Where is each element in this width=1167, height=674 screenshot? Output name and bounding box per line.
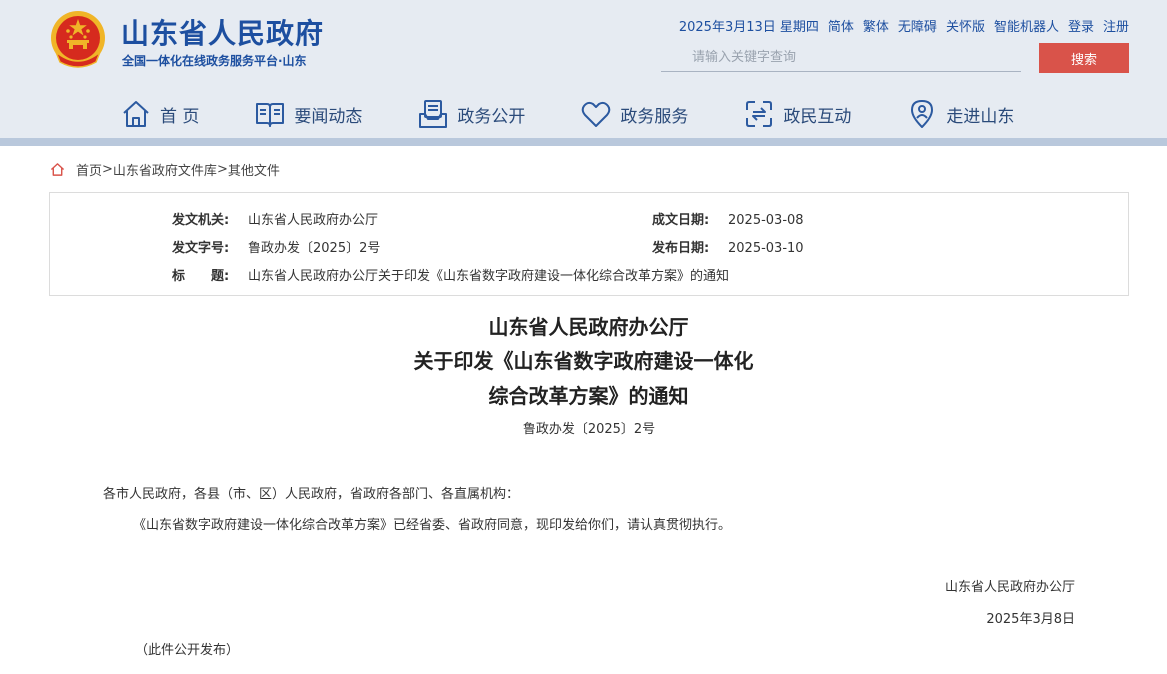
breadcrumb: 首页 > 山东省政府文件库 > 其他文件 [50, 160, 280, 179]
search-input[interactable] [661, 43, 1021, 72]
breadcrumb-separator: > [102, 162, 113, 177]
meta-date-published-label: 发布日期: [652, 241, 710, 256]
header-divider [0, 138, 1167, 146]
top-links-bar: 2025年3月13日 星期四 简体 繁体 无障碍 关怀版 智能机器人 登录 注册 [679, 16, 1129, 35]
register-link[interactable]: 注册 [1103, 16, 1129, 35]
meta-title-label: 标 题: [172, 269, 230, 284]
smart-robot-link[interactable]: 智能机器人 [994, 16, 1059, 35]
meta-date-created-value: 2025-03-08 [728, 213, 804, 228]
article-body-paragraph: 《山东省数字政府建设一体化综合改革方案》已经省委、省政府同意，现印发给你们，请认… [133, 518, 732, 533]
elder-mode-link[interactable]: 关怀版 [946, 16, 985, 35]
nav-label: 政务服务 [620, 106, 689, 127]
meta-doc-no-value: 鲁政办发〔2025〕2号 [248, 241, 381, 256]
traditional-chinese-link[interactable]: 繁体 [863, 16, 889, 35]
nav-label: 首 页 [160, 106, 200, 127]
interaction-icon [746, 101, 773, 127]
nav-item-home[interactable]: 首 页 [120, 96, 199, 132]
nav-label: 政民互动 [783, 106, 852, 127]
nav-item-interaction[interactable]: 政民互动 [743, 96, 851, 132]
nav-item-explore-shandong[interactable]: 走进山东 [906, 96, 1014, 132]
breadcrumb-current[interactable]: 其他文件 [228, 160, 280, 179]
document-tray-icon [419, 100, 448, 128]
article-doc-number: 鲁政办发〔2025〕2号 [522, 422, 656, 437]
breadcrumb-separator: > [216, 162, 228, 177]
simplified-chinese-link[interactable]: 简体 [828, 16, 854, 35]
heart-icon [582, 101, 611, 127]
meta-date-created-row: 成文日期: 2025-03-08 [652, 209, 804, 228]
nav-label: 政务公开 [457, 106, 526, 127]
meta-issuer-row: 发文机关: 山东省人民政府办公厅 [172, 209, 378, 228]
article-sign-date: 2025年3月8日 [986, 612, 1075, 627]
location-person-icon [911, 100, 934, 128]
nav-label: 要闻动态 [294, 106, 363, 127]
home-icon [123, 101, 149, 127]
nav-item-news[interactable]: 要闻动态 [254, 96, 362, 132]
article-publication-note: （此件公开发布） [135, 643, 240, 658]
site-title[interactable]: 山东省人民政府 [121, 12, 324, 52]
nav-item-government-services[interactable]: 政务服务 [580, 96, 688, 132]
meta-title-value: 山东省人民政府办公厅关于印发《山东省数字政府建设一体化综合改革方案》的通知 [248, 269, 730, 284]
meta-issuer-label: 发文机关: [172, 213, 230, 228]
login-link[interactable]: 登录 [1068, 16, 1094, 35]
article-signer: 山东省人民政府办公厅 [944, 580, 1075, 595]
site-subtitle: 全国一体化在线政务服务平台·山东 [122, 54, 307, 68]
meta-title-row: 标 题: 山东省人民政府办公厅关于印发《山东省数字政府建设一体化综合改革方案》的通… [172, 265, 729, 284]
meta-date-created-label: 成文日期: [652, 213, 710, 228]
breadcrumb-document-library[interactable]: 山东省政府文件库 [113, 160, 217, 179]
article-title-line-3: 综合改革方案》的通知 [488, 384, 689, 408]
meta-doc-no-label: 发文字号: [172, 241, 230, 256]
meta-doc-no-row: 发文字号: 鲁政办发〔2025〕2号 [172, 237, 380, 256]
article-title-line-1: 山东省人民政府办公厅 [488, 315, 689, 339]
nav-label: 走进山东 [946, 106, 1015, 127]
accessibility-link[interactable]: 无障碍 [898, 16, 937, 35]
main-nav: 首 页 要闻动态 政务公开 政务服务 政民互动 走进山东 [120, 96, 1069, 132]
breadcrumb-home[interactable]: 首页 [76, 160, 102, 179]
search-button[interactable]: 搜索 [1039, 43, 1129, 73]
national-emblem-icon [51, 11, 105, 68]
book-icon [256, 103, 285, 127]
article-salutation: 各市人民政府，各县（市、区）人民政府，省政府各部门、各直属机构： [103, 487, 520, 502]
nav-item-public-affairs[interactable]: 政务公开 [417, 96, 525, 132]
meta-issuer-value: 山东省人民政府办公厅 [248, 213, 379, 228]
current-date: 2025年3月13日 星期四 [678, 20, 819, 35]
site-header: 山东省人民政府 全国一体化在线政务服务平台·山东 2025年3月13日 星期四 … [0, 0, 1167, 138]
document-meta-box: 发文机关: 山东省人民政府办公厅 成文日期: 2025-03-08 发文字号: 鲁政办… [49, 192, 1129, 296]
meta-date-published-row: 发布日期: 2025-03-10 [652, 237, 804, 256]
article-title-line-2: 关于印发《山东省数字政府建设一体化 [413, 349, 754, 373]
home-icon [50, 163, 65, 176]
meta-date-published-value: 2025-03-10 [728, 241, 804, 256]
